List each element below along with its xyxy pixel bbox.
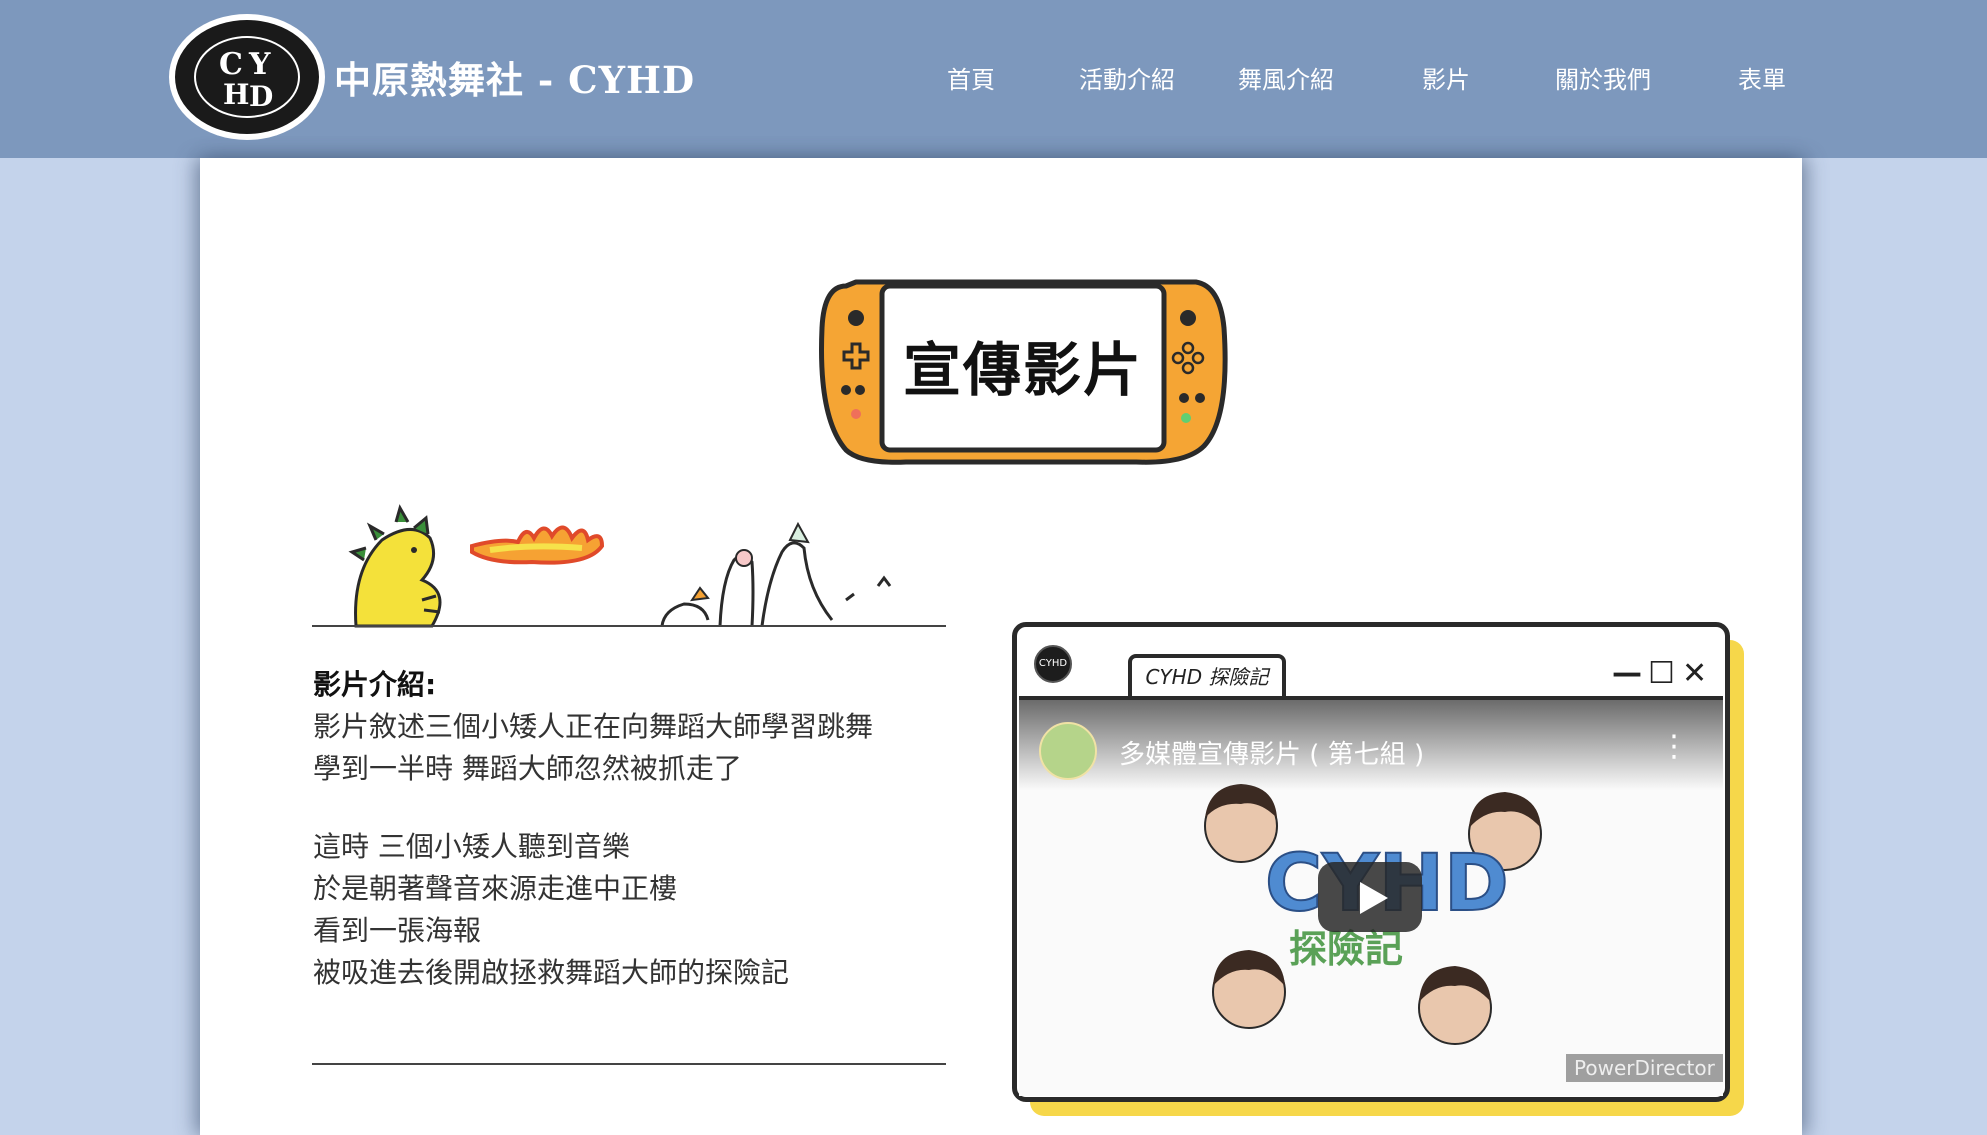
description-line: 被吸進去後開啟拯救舞蹈大師的探險記 bbox=[313, 956, 790, 989]
thumbnail-subtitle: 探險記 bbox=[1289, 927, 1403, 971]
divider-top bbox=[312, 625, 946, 627]
nav-item-about-us[interactable]: 關於我們 bbox=[1555, 60, 1651, 95]
description-line: 影片敘述三個小矮人正在向舞蹈大師學習跳舞 bbox=[313, 710, 874, 743]
dinosaur-doodle-illustration bbox=[348, 504, 892, 628]
minimize-icon[interactable]: — bbox=[1612, 656, 1642, 691]
video-description: 影片介紹: 影片敘述三個小矮人正在向舞蹈大師學習跳舞 學到一半時 舞蹈大師忽然被… bbox=[313, 664, 953, 994]
nav-item-form[interactable]: 表單 bbox=[1738, 60, 1786, 95]
nav-item-dance-styles[interactable]: 舞風介紹 bbox=[1238, 60, 1334, 95]
powerdirector-watermark: PowerDirector bbox=[1566, 1054, 1723, 1082]
video-title[interactable]: 多媒體宣傳影片 ( 第七組 ) bbox=[1119, 734, 1424, 771]
maximize-icon[interactable]: ☐ bbox=[1648, 656, 1675, 691]
main-nav: 首頁 活動介紹 舞風介紹 影片 關於我們 表單 bbox=[0, 60, 1987, 100]
description-line: 學到一半時 舞蹈大師忽然被抓走了 bbox=[313, 752, 742, 785]
more-options-icon[interactable]: ⋮ bbox=[1659, 732, 1689, 762]
play-button-icon[interactable] bbox=[1318, 862, 1422, 932]
nav-item-videos[interactable]: 影片 bbox=[1422, 60, 1470, 95]
description-line: 這時 三個小矮人聽到音樂 bbox=[313, 830, 630, 863]
divider-bottom bbox=[312, 1063, 946, 1065]
description-heading: 影片介紹: bbox=[313, 668, 437, 701]
window-controls: — ☐ ✕ bbox=[1612, 656, 1712, 692]
section-title: 宣傳影片 bbox=[902, 336, 1143, 404]
channel-avatar[interactable] bbox=[1039, 722, 1097, 780]
close-icon[interactable]: ✕ bbox=[1682, 656, 1707, 691]
site-header: C Y H D 中原熱舞社 - CYHD 首頁 活動介紹 舞風介紹 影片 關於我… bbox=[0, 0, 1987, 158]
description-line: 看到一張海報 bbox=[313, 914, 482, 947]
description-line: 於是朝著聲音來源走進中正樓 bbox=[313, 872, 678, 905]
nav-item-home[interactable]: 首頁 bbox=[947, 60, 995, 95]
window-logo-icon: CYHD bbox=[1034, 645, 1072, 683]
nav-item-activities[interactable]: 活動介紹 bbox=[1079, 60, 1175, 95]
window-tab[interactable]: CYHD 探險記 bbox=[1128, 654, 1286, 696]
